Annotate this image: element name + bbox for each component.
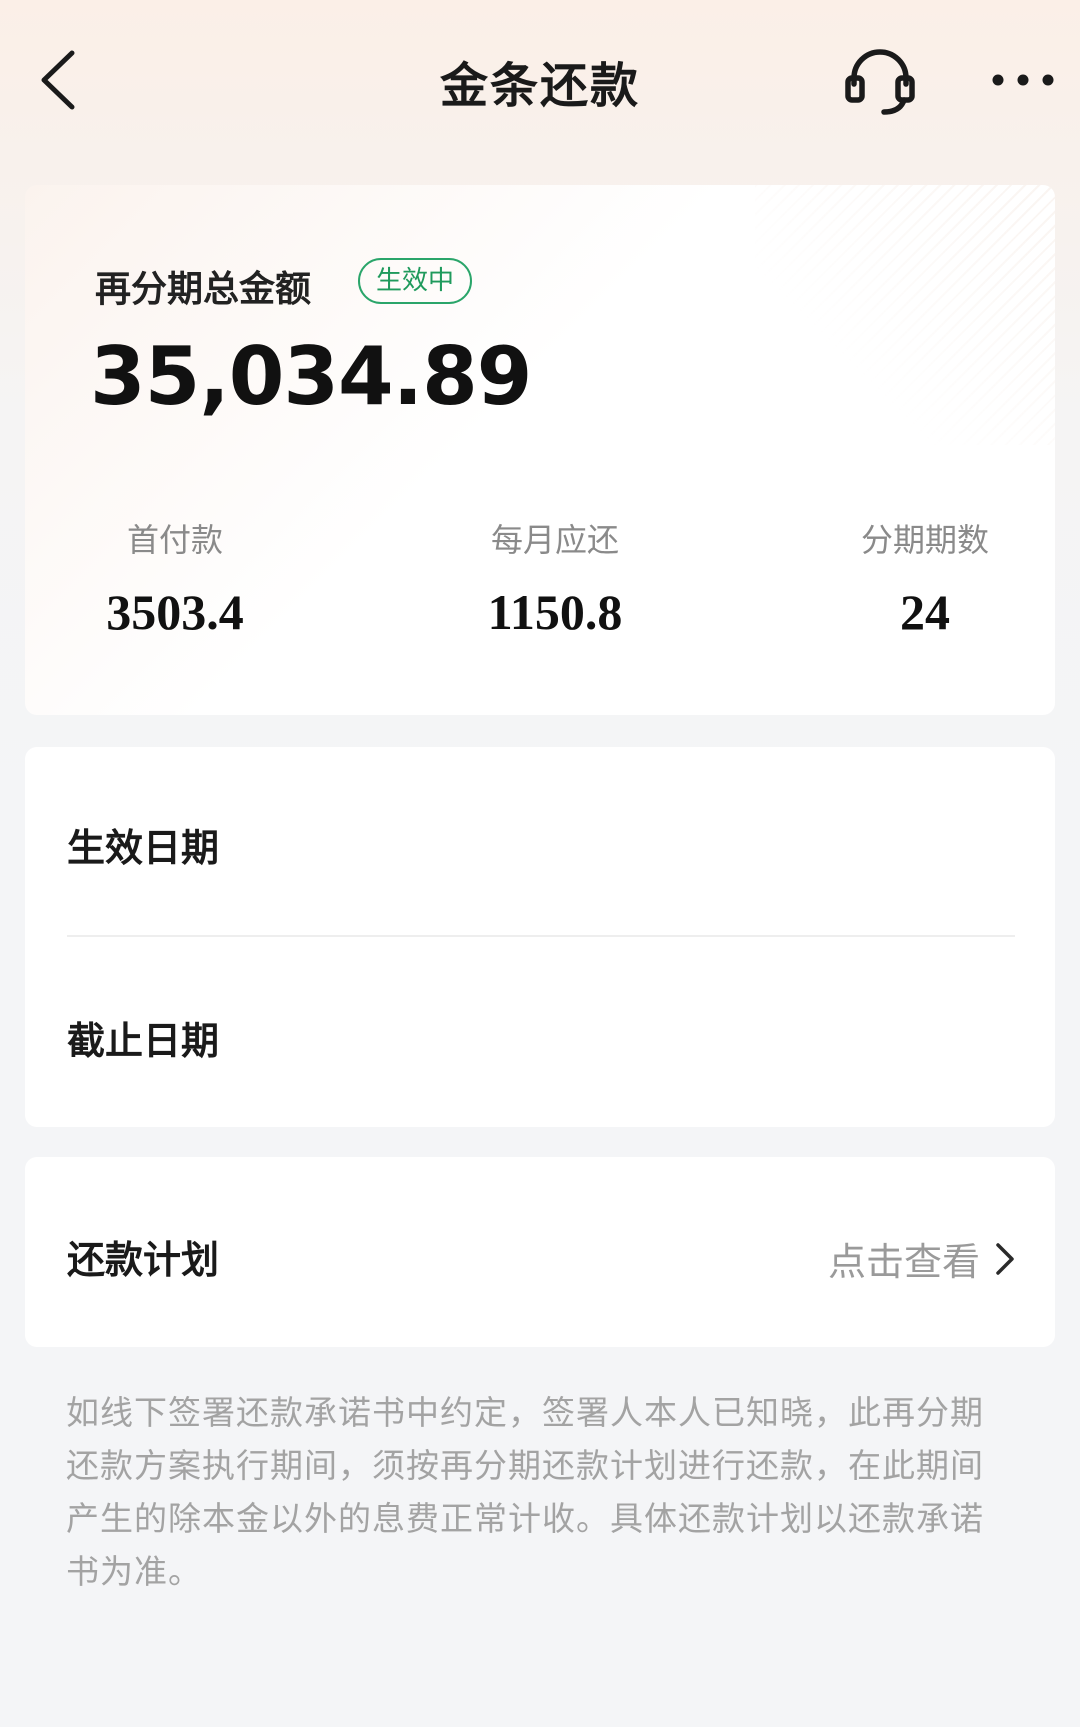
view-plan-link[interactable]: 点击查看 [828,1231,980,1286]
effective-date-label: 生效日期 [67,826,220,870]
installment-summary-card: 再分期总金额 生效中 35,034.89 首付款 3503.4 每月应还 115… [25,185,1055,715]
header-bar: 金条还款 [0,0,1080,160]
stat-value: 1150.8 [487,584,623,640]
total-amount-label: 再分期总金额 [95,269,312,310]
chevron-right-icon [996,1243,1014,1275]
stat-down-payment: 首付款 3503.4 [65,515,285,641]
notice-text: 如线下签署还款承诺书中约定，签署人本人已知晓，此再分期还款方案执行期间，须按再分… [66,1393,984,1591]
stat-label: 分期期数 [860,521,989,559]
total-amount-value: 35,034.89 [90,330,532,423]
customer-service-button[interactable] [840,40,920,120]
stat-monthly-payment: 每月应还 1150.8 [445,515,665,641]
headset-icon [845,49,915,115]
stat-label: 首付款 [126,521,223,559]
stat-label: 每月应还 [490,521,619,559]
stat-value: 24 [900,584,950,640]
more-dots-icon [992,74,1054,86]
repayment-plan-row[interactable]: 还款计划 点击查看 [25,1157,1055,1347]
divider [67,935,1015,937]
stat-value: 3503.4 [106,584,244,640]
status-badge: 生效中 [358,258,473,304]
stat-installment-count: 分期期数 24 [815,515,1035,641]
dates-card: 生效日期 截止日期 [25,747,1055,1127]
repayment-plan-label: 还款计划 [67,1238,220,1282]
deadline-date-label: 截止日期 [67,1019,220,1063]
more-button[interactable] [988,55,1058,105]
